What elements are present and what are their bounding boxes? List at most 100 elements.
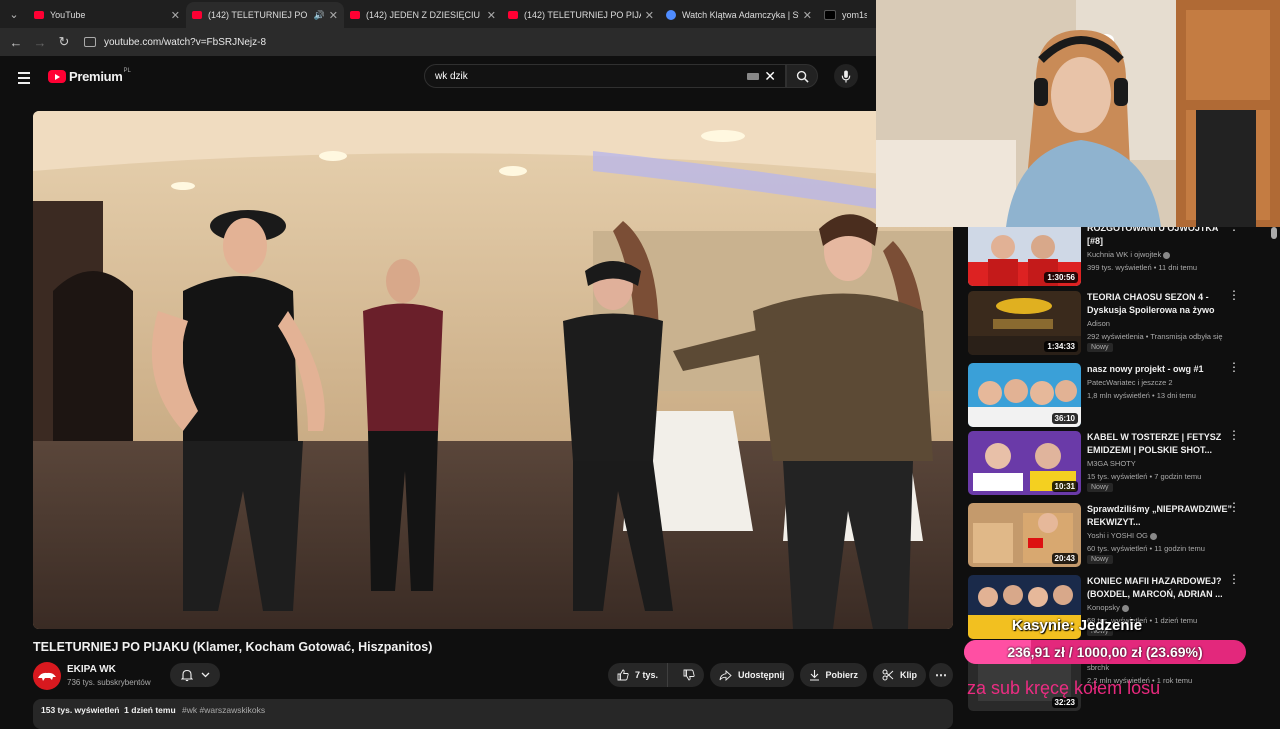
search-button[interactable] bbox=[786, 64, 818, 88]
hashtags[interactable]: #wk #warszawskikoks bbox=[182, 705, 265, 715]
video-player[interactable] bbox=[33, 111, 953, 629]
more-options-icon[interactable]: ⋮ bbox=[1228, 501, 1240, 513]
url-field[interactable]: youtube.com/watch?v=FbSRJNejz-8 bbox=[84, 37, 266, 48]
keyboard-icon[interactable] bbox=[747, 73, 759, 80]
recommendation-meta: 1,8 mln wyświetleń • 13 dni temu bbox=[1087, 391, 1196, 400]
recommendation-title[interactable]: KONIEC MAFII HAZARDOWEJ? (BOXDEL, MARCOŃ… bbox=[1087, 575, 1235, 601]
channel-logo-icon bbox=[38, 672, 56, 681]
tab-search-icon[interactable]: ⌄ bbox=[0, 0, 28, 28]
recommendation-item[interactable]: 36:10 nasz nowy projekt - owg #1 PatecWa… bbox=[968, 361, 1268, 427]
logo-text: Premium bbox=[69, 69, 123, 84]
share-button[interactable]: Udostępnij bbox=[710, 663, 794, 687]
clip-button[interactable]: Klip bbox=[873, 663, 927, 687]
video-thumbnail[interactable]: 36:10 bbox=[968, 363, 1081, 427]
video-title: TELETURNIEJ PO PIJAKU (Klamer, Kocham Go… bbox=[33, 640, 433, 654]
browser-tab[interactable]: YouTube ✕ bbox=[28, 2, 186, 28]
channel-avatar[interactable] bbox=[33, 662, 61, 690]
thumbs-down-icon bbox=[683, 669, 695, 681]
subscriber-count: 736 tys. subskrybentów bbox=[67, 678, 151, 687]
search-input[interactable]: wk dzik ✕ bbox=[424, 64, 786, 88]
video-thumbnail[interactable]: 1:34:33 bbox=[968, 291, 1081, 355]
browser-tab-strip: ⌄ YouTube ✕ (142) TELETURNIEJ PO PIJAKU … bbox=[0, 0, 876, 28]
close-icon[interactable]: ✕ bbox=[487, 9, 496, 22]
youtube-logo[interactable]: Premium PL bbox=[48, 67, 131, 84]
more-options-icon[interactable]: ⋮ bbox=[1228, 227, 1240, 232]
verified-icon bbox=[1121, 604, 1129, 612]
recommendation-channel[interactable]: Yoshi i YOSHI OG bbox=[1087, 531, 1157, 540]
tab-title: YouTube bbox=[50, 10, 86, 20]
recommendation-item[interactable]: 1:30:56 ROZGOTOWANI U OJWOJTKA [#8] Kuch… bbox=[968, 227, 1268, 286]
download-button[interactable]: Pobierz bbox=[799, 663, 868, 687]
chevron-down-icon bbox=[201, 672, 209, 678]
voice-search-button[interactable] bbox=[834, 64, 858, 88]
forward-icon[interactable]: → bbox=[28, 35, 52, 50]
url-text: youtube.com/watch?v=FbSRJNejz-8 bbox=[104, 36, 267, 48]
donation-goal-bar: 236,91 zł / 1000,00 zł (23.69%) bbox=[964, 640, 1246, 664]
video-duration: 20:43 bbox=[1051, 553, 1078, 564]
dislike-button[interactable] bbox=[674, 663, 704, 687]
channel-label: PatecWariatec i jeszcze 2 bbox=[1087, 378, 1173, 387]
recommendation-item[interactable]: 20:43 Sprawdziliśmy „NIEPRAWDZIWE” REKWI… bbox=[968, 501, 1268, 567]
back-icon[interactable]: ← bbox=[4, 35, 28, 50]
recommendation-channel[interactable]: M3GA SHOTY bbox=[1087, 459, 1136, 468]
more-options-icon[interactable]: ⋮ bbox=[1228, 361, 1240, 373]
browser-tab[interactable]: (142) JEDEN Z DZIESIĘCIU INFL ✕ bbox=[344, 2, 502, 28]
recommendation-channel[interactable]: PatecWariatec i jeszcze 2 bbox=[1087, 378, 1173, 387]
stream-icon bbox=[666, 10, 676, 20]
close-icon[interactable]: ✕ bbox=[171, 9, 180, 22]
tab-title: yom1s (@ bbox=[842, 10, 867, 20]
recommendation-title[interactable]: TEORIA CHAOSU SEZON 4 - Dyskusja Spoiler… bbox=[1087, 291, 1235, 317]
browser-tab[interactable]: Watch Klątwa Adamczyka | Stre ✕ bbox=[660, 2, 818, 28]
recommendation-item[interactable]: 1:34:33 TEORIA CHAOSU SEZON 4 - Dyskusja… bbox=[968, 289, 1268, 355]
like-dislike-group: 7 tys. bbox=[608, 663, 705, 687]
recommendation-title[interactable]: KABEL W TOSTERZE | FETYSZ EMIDZEMI | POL… bbox=[1087, 431, 1235, 457]
site-info-icon[interactable] bbox=[84, 37, 96, 47]
notifications-button[interactable] bbox=[170, 663, 220, 687]
video-duration: 36:10 bbox=[1051, 413, 1078, 424]
sidebar-scrollbar[interactable] bbox=[1271, 227, 1277, 239]
close-icon[interactable]: ✕ bbox=[645, 9, 654, 22]
clip-label: Klip bbox=[900, 670, 918, 680]
like-button[interactable]: 7 tys. bbox=[608, 663, 669, 687]
share-icon bbox=[719, 669, 732, 681]
webcam-overlay bbox=[876, 0, 1280, 227]
more-options-icon[interactable]: ⋮ bbox=[1228, 573, 1240, 585]
recommendation-title[interactable]: ROZGOTOWANI U OJWOJTKA [#8] bbox=[1087, 227, 1235, 248]
youtube-icon bbox=[48, 70, 66, 83]
recommendation-title[interactable]: nasz nowy projekt - owg #1 bbox=[1087, 363, 1235, 376]
recommendation-channel[interactable]: Kuchnia WK i ojwojtek bbox=[1087, 250, 1171, 259]
menu-icon[interactable] bbox=[18, 72, 30, 87]
recommendation-channel[interactable]: Adison bbox=[1087, 319, 1110, 328]
close-icon[interactable]: ✕ bbox=[803, 9, 812, 22]
recommendation-channel[interactable]: Konopsky bbox=[1087, 603, 1129, 612]
youtube-icon bbox=[34, 11, 44, 19]
more-options-icon[interactable]: ⋮ bbox=[1228, 429, 1240, 441]
video-thumbnail[interactable]: 1:30:56 bbox=[968, 227, 1081, 286]
browser-tab[interactable]: yom1s (@ bbox=[818, 2, 873, 28]
tab-title: Watch Klątwa Adamczyka | Stre bbox=[682, 10, 799, 20]
channel-name[interactable]: EKIPA WK bbox=[67, 664, 116, 675]
close-icon[interactable]: ✕ bbox=[329, 9, 338, 22]
verified-icon bbox=[1163, 251, 1171, 259]
new-badge: Nowy bbox=[1087, 343, 1113, 352]
description-box[interactable]: 153 tys. wyświetleń 1 dzień temu #wk #wa… bbox=[33, 699, 953, 729]
browser-tab-active[interactable]: (142) TELETURNIEJ PO PIJAKU 🔊 ✕ bbox=[186, 2, 344, 28]
more-actions-icon[interactable]: ⋯ bbox=[929, 663, 953, 687]
reload-icon[interactable]: ↻ bbox=[52, 34, 76, 50]
recommendation-title[interactable]: Sprawdziliśmy „NIEPRAWDZIWE” REKWIZYT... bbox=[1087, 503, 1235, 529]
video-thumbnail[interactable]: 10:31 bbox=[968, 431, 1081, 495]
youtube-icon bbox=[350, 11, 360, 19]
logo-country: PL bbox=[123, 67, 131, 74]
stream-event-text: Kasynie: Jedzenie bbox=[1012, 617, 1143, 634]
more-options-icon[interactable]: ⋮ bbox=[1228, 289, 1240, 301]
youtube-icon bbox=[192, 11, 202, 19]
speaker-icon[interactable]: 🔊 bbox=[314, 10, 325, 21]
recommendation-item[interactable]: 10:31 KABEL W TOSTERZE | FETYSZ EMIDZEMI… bbox=[968, 429, 1268, 495]
video-thumbnail[interactable]: 20:43 bbox=[968, 503, 1081, 567]
recommendation-meta: 399 tys. wyświetleń • 11 dni temu bbox=[1087, 263, 1198, 272]
recommendation-channel[interactable]: sbrchk bbox=[1087, 663, 1109, 672]
clear-search-icon[interactable]: ✕ bbox=[764, 68, 776, 85]
browser-tab[interactable]: (142) TELETURNIEJ PO PIJAKU ✕ bbox=[502, 2, 660, 28]
youtube-header: Premium PL wk dzik ✕ bbox=[0, 56, 876, 100]
donation-goal-text: 236,91 zł / 1000,00 zł (23.69%) bbox=[1007, 644, 1203, 660]
